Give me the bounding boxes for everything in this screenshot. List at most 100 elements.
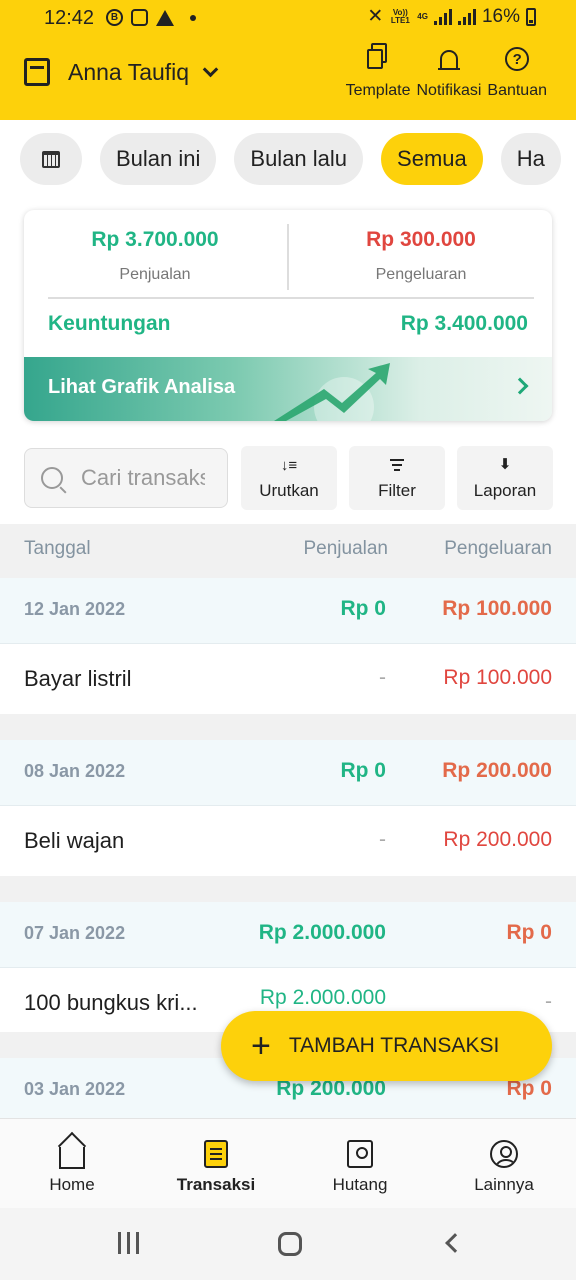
sales-summary: Rp 3.700.000 Penjualan [24,228,286,284]
download-icon: ⬇ [498,456,512,473]
analysis-chart-banner[interactable]: Lihat Grafik Analisa [24,357,552,421]
network-4g-label: 4G [417,11,428,21]
filter-label: Filter [378,481,416,500]
chip-today[interactable]: Ha [500,133,561,185]
transaction-sales: - [379,828,386,851]
group-separator [0,714,576,740]
nav-lainnya[interactable]: Lainnya [432,1137,576,1195]
battery-percent: 16% [481,5,520,27]
instagram-icon [131,9,148,26]
mute-icon: ✕ [367,6,384,27]
calendar-icon [42,150,60,168]
transaction-row[interactable]: Bayar listril - Rp 100.000 [0,644,576,714]
group-date: 12 Jan 2022 [24,599,126,619]
business-selector[interactable]: Anna Taufiq [24,58,219,86]
transaction-name: Beli wajan [24,828,125,853]
group-sales: Rp 0 [340,597,386,620]
nav-home[interactable]: Home [0,1137,144,1195]
profit-label: Keuntungan [48,312,171,335]
report-label: Laporan [473,481,537,500]
transaction-sales: Rp 2.000.000 [259,986,386,1009]
chip-this-month[interactable]: Bulan ini [100,133,217,185]
back-button[interactable] [445,1233,465,1253]
nav-home-label: Home [49,1175,95,1194]
expense-summary: Rp 300.000 Pengeluaran [290,228,552,284]
transaction-expense: - [545,990,552,1013]
period-filter-chips: Bulan ini Bulan lalu Semua Ha [20,133,561,185]
expense-label: Pengeluaran [375,266,467,283]
search-input[interactable]: Cari transaksi [24,448,228,508]
date-group-row: 08 Jan 2022 Rp 0 Rp 200.000 [0,740,576,806]
date-group-row: 07 Jan 2022 Rp 2.000.000 Rp 0 [0,902,576,968]
chevron-right-icon [511,377,529,395]
trend-arrow-icon [274,363,390,421]
signal-icon-2 [457,8,476,25]
nav-transaksi[interactable]: Transaksi [144,1137,288,1195]
chip-all[interactable]: Semua [381,133,483,185]
analysis-label: Lihat Grafik Analisa [48,376,236,398]
notification-button[interactable]: Notifikasi [413,44,484,100]
signal-icon [433,8,452,25]
group-sales: Rp 2.000.000 [258,921,386,944]
group-expense: Rp 0 [506,921,552,944]
sort-icon: ↓≡ [280,456,298,474]
column-sales: Penjualan [303,538,388,559]
group-date: 08 Jan 2022 [24,761,126,781]
group-separator [0,876,576,902]
notification-label: Notifikasi [416,82,482,99]
store-icon [24,58,50,86]
sort-button[interactable]: ↓≡ Urutkan [241,446,337,510]
transaction-sales: - [379,666,386,689]
plus-icon: + [251,1027,271,1065]
debt-icon [347,1140,373,1168]
add-transaction-button[interactable]: + TAMBAH TRANSAKSI [221,1011,552,1081]
template-button[interactable]: Template [343,43,414,100]
group-date: 03 Jan 2022 [24,1079,126,1099]
status-time: 12:42 [44,7,95,29]
network-volte-label: Vo)) LTE1 [390,7,410,25]
home-button[interactable] [278,1232,302,1256]
transaction-name: 100 bungkus kri... [24,990,198,1015]
nav-hutang[interactable]: Hutang [288,1137,432,1195]
sort-label: Urutkan [259,481,319,500]
summary-card: Rp 3.700.000 Penjualan Rp 300.000 Pengel… [24,210,552,421]
template-icon [367,43,389,71]
group-date: 07 Jan 2022 [24,923,126,943]
report-button[interactable]: ⬇ Laporan [457,446,553,510]
business-name: Anna Taufiq [68,58,190,85]
chevron-down-icon [202,61,219,77]
chip-last-month[interactable]: Bulan lalu [234,133,364,185]
group-sales: Rp 0 [340,759,386,782]
filter-button[interactable]: Filter [349,446,445,510]
transaction-expense: Rp 100.000 [443,666,552,689]
group-expense: Rp 200.000 [442,759,552,782]
filter-icon [390,459,404,471]
help-label: Bantuan [487,82,547,99]
search-placeholder: Cari transaksi [81,465,205,490]
help-button[interactable]: ? Bantuan [484,44,550,100]
user-icon [490,1140,518,1168]
nav-hutang-label: Hutang [332,1175,388,1194]
nav-lainnya-label: Lainnya [474,1175,534,1194]
battery-icon [526,7,536,26]
warning-icon [156,9,174,26]
app-header: 12:42 B ✕ Vo)) LTE1 4G 16% Anna Taufiq T… [0,0,576,120]
notification-dot-icon [190,14,196,21]
add-transaction-label: TAMBAH TRANSAKSI [288,1034,500,1057]
calendar-chip[interactable] [20,133,82,185]
table-header: Tanggal Penjualan Pengeluaran [0,524,576,578]
date-group-row: 12 Jan 2022 Rp 0 Rp 100.000 [0,578,576,644]
transaction-name: Bayar listril [24,666,132,691]
help-icon: ? [505,47,530,71]
summary-divider [287,224,289,290]
template-label: Template [345,82,411,99]
profit-value: Rp 3.400.000 [400,312,528,335]
bottom-navigation: Home Transaksi Hutang Lainnya [0,1118,576,1208]
nav-transaksi-label: Transaksi [176,1175,256,1194]
transaction-row[interactable]: Beli wajan - Rp 200.000 [0,806,576,876]
sales-total: Rp 3.700.000 [91,228,219,251]
expense-total: Rp 300.000 [366,228,476,251]
recents-button[interactable] [118,1232,139,1254]
column-expense: Pengeluaran [444,538,552,559]
bell-icon [437,50,460,70]
